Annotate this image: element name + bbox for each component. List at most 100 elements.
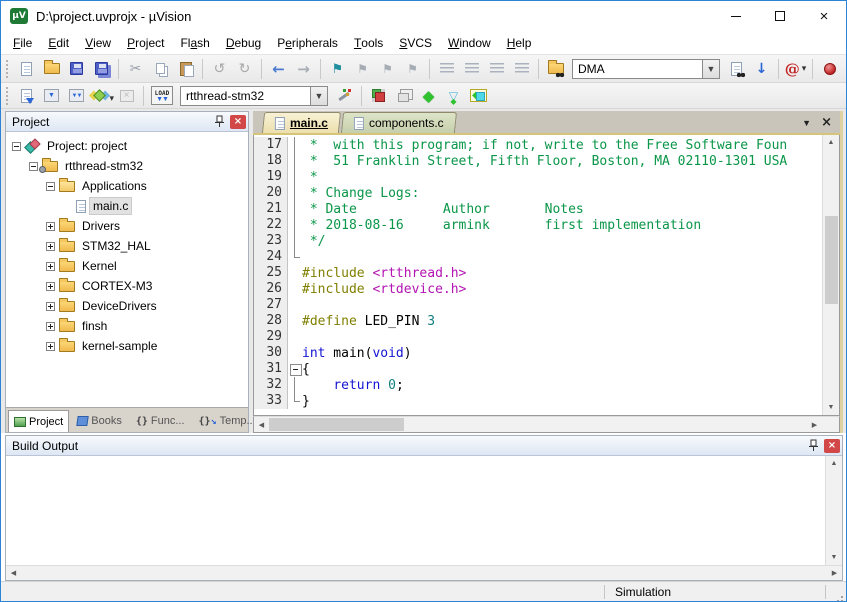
scroll-right-icon[interactable]: ▶ bbox=[827, 566, 842, 580]
pack-installer-button[interactable] bbox=[467, 85, 490, 107]
collapse-icon[interactable] bbox=[46, 182, 55, 191]
find-in-files-button[interactable] bbox=[544, 58, 567, 80]
paste-button[interactable] bbox=[174, 58, 197, 80]
batch-build-button[interactable] bbox=[90, 85, 113, 107]
toolbar-grip[interactable] bbox=[6, 87, 11, 105]
tab-list-dropdown-icon[interactable]: ▼ bbox=[802, 118, 811, 128]
panel-tab-func[interactable]: {}Func... bbox=[130, 410, 191, 432]
menu-item-view[interactable]: View bbox=[77, 31, 119, 54]
translate-button[interactable] bbox=[15, 85, 38, 107]
collapse-icon[interactable] bbox=[29, 162, 38, 171]
bookmark-prev-button[interactable] bbox=[376, 58, 399, 80]
tree-item-cortex-m3[interactable]: CORTEX-M3 bbox=[6, 276, 248, 296]
expand-icon[interactable] bbox=[46, 302, 55, 311]
tree-item-drivers[interactable]: Drivers bbox=[6, 216, 248, 236]
search-combo[interactable]: DMA▼ bbox=[572, 59, 720, 79]
tab-close-icon[interactable]: × bbox=[821, 116, 832, 129]
tree-item-stm32-hal[interactable]: STM32_HAL bbox=[6, 236, 248, 256]
find-next-button[interactable] bbox=[750, 58, 773, 80]
expand-icon[interactable] bbox=[46, 242, 55, 251]
redo-button[interactable] bbox=[233, 58, 256, 80]
tree-item-applications[interactable]: Applications bbox=[6, 176, 248, 196]
bookmark-toggle-button[interactable] bbox=[326, 58, 349, 80]
undo-button[interactable] bbox=[208, 58, 231, 80]
tree-item-kernel-sample[interactable]: kernel-sample bbox=[6, 336, 248, 356]
expand-icon[interactable] bbox=[46, 262, 55, 271]
scroll-down-icon[interactable]: ▼ bbox=[823, 400, 839, 415]
open-file-button[interactable] bbox=[40, 58, 63, 80]
build-output-horizontal-scrollbar[interactable]: ◀ ▶ bbox=[6, 565, 842, 580]
maximize-button[interactable] bbox=[758, 1, 802, 31]
comment-button[interactable] bbox=[485, 58, 508, 80]
navigate-back-button[interactable] bbox=[267, 58, 290, 80]
minimize-button[interactable] bbox=[714, 1, 758, 31]
editor-tab-main-c[interactable]: main.c bbox=[262, 112, 341, 133]
bookmark-next-button[interactable] bbox=[351, 58, 374, 80]
expand-icon[interactable] bbox=[46, 322, 55, 331]
build-output-content[interactable] bbox=[6, 456, 825, 565]
bookmark-clear-button[interactable] bbox=[401, 58, 424, 80]
tree-item-devicedrivers[interactable]: DeviceDrivers bbox=[6, 296, 248, 316]
menu-item-project[interactable]: Project bbox=[119, 31, 172, 54]
tree-item-finsh[interactable]: finsh bbox=[6, 316, 248, 336]
editor-tab-components-c[interactable]: components.c bbox=[341, 112, 457, 133]
tree-item-rtthread-stm32[interactable]: rtthread-stm32 bbox=[6, 156, 248, 176]
options-for-target-button[interactable] bbox=[367, 85, 390, 107]
project-panel-close-button[interactable]: × bbox=[230, 115, 246, 129]
close-button[interactable]: × bbox=[802, 1, 846, 31]
expand-icon[interactable] bbox=[46, 222, 55, 231]
code-editor[interactable]: 17 * with this program; if not, write to… bbox=[254, 135, 822, 415]
tree-item-project-project[interactable]: Project: project bbox=[6, 136, 248, 156]
scroll-up-icon[interactable]: ▲ bbox=[826, 456, 842, 471]
menu-item-peripherals[interactable]: Peripherals bbox=[269, 31, 346, 54]
menu-item-flash[interactable]: Flash bbox=[172, 31, 217, 54]
stop-build-button[interactable]: × bbox=[115, 85, 138, 107]
find-all-button[interactable] bbox=[784, 58, 807, 80]
new-file-button[interactable] bbox=[15, 58, 38, 80]
scroll-up-icon[interactable]: ▲ bbox=[823, 135, 839, 150]
panel-tab-books[interactable]: Books bbox=[71, 410, 128, 432]
menu-item-help[interactable]: Help bbox=[499, 31, 540, 54]
indent-button[interactable] bbox=[435, 58, 458, 80]
select-packs-button[interactable] bbox=[442, 85, 465, 107]
scroll-left-icon[interactable]: ◀ bbox=[254, 417, 269, 432]
build-output-vertical-scrollbar[interactable]: ▲ ▼ bbox=[825, 456, 842, 565]
toolbar-grip[interactable] bbox=[6, 60, 11, 78]
cut-button[interactable] bbox=[124, 58, 147, 80]
menu-item-file[interactable]: File bbox=[5, 31, 40, 54]
target-value[interactable]: rtthread-stm32 bbox=[180, 86, 310, 106]
target-select[interactable]: rtthread-stm32▼ bbox=[180, 86, 328, 106]
menu-item-window[interactable]: Window bbox=[440, 31, 499, 54]
menu-item-tools[interactable]: Tools bbox=[346, 31, 391, 54]
vertical-scroll-thumb[interactable] bbox=[825, 216, 838, 304]
build-output-close-button[interactable]: × bbox=[824, 439, 840, 453]
navigate-forward-button[interactable] bbox=[292, 58, 315, 80]
fold-collapse-icon[interactable] bbox=[288, 361, 302, 377]
rebuild-button[interactable] bbox=[65, 85, 88, 107]
editor-horizontal-scrollbar[interactable]: ◀ ▶ bbox=[253, 416, 840, 433]
uncomment-button[interactable] bbox=[510, 58, 533, 80]
manage-project-items-button[interactable] bbox=[333, 85, 356, 107]
breakpoint-toggle-button[interactable] bbox=[818, 58, 841, 80]
menu-item-debug[interactable]: Debug bbox=[218, 31, 269, 54]
panel-tab-project[interactable]: Project bbox=[8, 410, 69, 432]
tree-item-kernel[interactable]: Kernel bbox=[6, 256, 248, 276]
breakpoint-disable-button[interactable] bbox=[843, 58, 847, 80]
file-extensions-button[interactable] bbox=[392, 85, 415, 107]
pin-button[interactable] bbox=[211, 114, 227, 129]
scroll-left-icon[interactable]: ◀ bbox=[6, 566, 21, 580]
combo-dropdown-button[interactable]: ▼ bbox=[702, 59, 720, 79]
collapse-icon[interactable] bbox=[12, 142, 21, 151]
scroll-right-icon[interactable]: ▶ bbox=[807, 417, 822, 432]
scroll-down-icon[interactable]: ▼ bbox=[826, 550, 842, 565]
manage-rte-button[interactable] bbox=[417, 85, 440, 107]
load-button[interactable]: LOAD▼▼ bbox=[149, 85, 175, 107]
combo-dropdown-button[interactable]: ▼ bbox=[310, 86, 328, 106]
resize-grip[interactable] bbox=[826, 582, 846, 601]
expand-icon[interactable] bbox=[46, 282, 55, 291]
editor-vertical-scrollbar[interactable]: ▲ ▼ bbox=[822, 135, 839, 415]
build-button[interactable] bbox=[40, 85, 63, 107]
save-all-button[interactable] bbox=[90, 58, 113, 80]
menu-item-svcs[interactable]: SVCS bbox=[391, 31, 440, 54]
save-button[interactable] bbox=[65, 58, 88, 80]
